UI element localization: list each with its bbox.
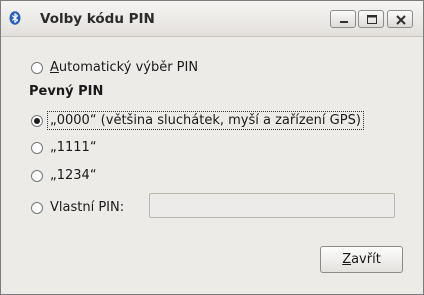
maximize-icon — [367, 15, 377, 24]
radio-button[interactable] — [31, 61, 43, 74]
radio-label: Vlastní PIN: — [50, 200, 125, 215]
close-icon — [396, 15, 406, 25]
radio-pin-0000[interactable]: „0000“ (většina sluchátek, myší a zaříze… — [31, 111, 364, 130]
window-title: Volby kódu PIN — [40, 11, 155, 27]
close-button[interactable]: Zavřít — [320, 246, 403, 273]
radio-button[interactable] — [31, 201, 43, 214]
radio-pin-1234[interactable]: „1234“ — [31, 168, 97, 183]
minimize-button[interactable] — [330, 10, 356, 28]
radio-pin-1111[interactable]: „1111“ — [31, 140, 97, 155]
dialog-content: Automatický výběr PIN Pevný PIN „0000“ (… — [1, 37, 423, 294]
radio-button[interactable] — [31, 114, 43, 127]
bluetooth-icon — [9, 11, 21, 25]
radio-custom-pin[interactable]: Vlastní PIN: — [31, 200, 124, 215]
pin-options-dialog: Volby kódu PIN Automatický výběr PIN Pev… — [0, 0, 424, 295]
radio-label: Automatický výběr PIN — [50, 60, 199, 75]
maximize-button[interactable] — [358, 10, 384, 28]
radio-label: „1234“ — [50, 168, 97, 183]
minimize-icon — [340, 21, 348, 23]
title-bar[interactable]: Volby kódu PIN — [1, 1, 423, 37]
radio-button[interactable] — [31, 169, 43, 182]
custom-pin-input[interactable] — [149, 193, 395, 218]
close-window-button[interactable] — [387, 10, 413, 28]
radio-automatic-pin[interactable]: Automatický výběr PIN — [31, 60, 198, 75]
radio-label: „0000“ (většina sluchátek, myší a zaříze… — [47, 111, 364, 130]
radio-label: „1111“ — [50, 140, 97, 155]
radio-button[interactable] — [31, 141, 43, 154]
fixed-pin-heading: Pevný PIN — [29, 84, 104, 99]
